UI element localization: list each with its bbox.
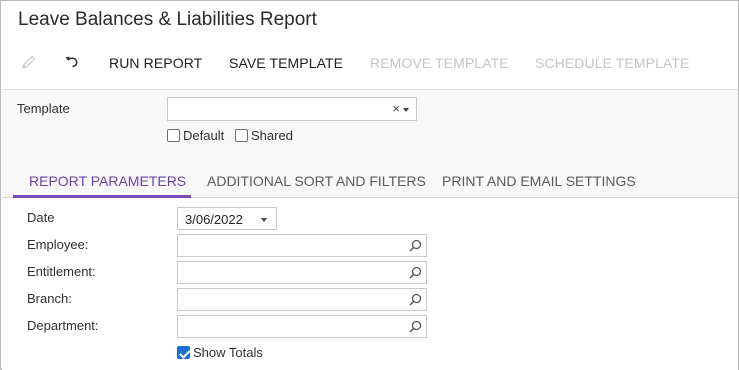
department-field[interactable] xyxy=(177,315,427,338)
form-area: Template × Default Shared REPORT PARAMET… xyxy=(2,89,738,370)
default-checkbox-label: Default xyxy=(183,128,225,143)
pencil-icon[interactable] xyxy=(20,53,38,71)
active-tab-indicator xyxy=(13,195,191,198)
page-title: Leave Balances & Liabilities Report xyxy=(18,9,317,30)
default-checkbox-box[interactable] xyxy=(167,129,180,142)
run-report-button[interactable]: RUN REPORT xyxy=(109,55,202,71)
show-totals-checkbox[interactable]: Show Totals xyxy=(177,345,263,360)
shared-checkbox[interactable]: Shared xyxy=(235,128,293,143)
report-parameters-panel xyxy=(2,199,738,370)
search-icon[interactable] xyxy=(409,293,422,306)
default-checkbox[interactable]: Default xyxy=(167,128,224,143)
date-value: 3/06/2022 xyxy=(185,212,243,227)
undo-icon[interactable] xyxy=(63,53,81,71)
clear-icon[interactable]: × xyxy=(392,101,400,116)
date-field[interactable]: 3/06/2022 xyxy=(177,207,277,230)
template-label: Template xyxy=(17,101,70,116)
branch-label: Branch: xyxy=(27,291,72,306)
remove-template-button[interactable]: REMOVE TEMPLATE xyxy=(370,55,509,71)
tab-bar: REPORT PARAMETERS ADDITIONAL SORT AND FI… xyxy=(2,164,738,198)
search-icon[interactable] xyxy=(409,320,422,333)
chevron-down-icon[interactable] xyxy=(403,108,409,112)
search-icon[interactable] xyxy=(409,239,422,252)
employee-field[interactable] xyxy=(177,234,427,257)
chevron-down-icon[interactable] xyxy=(261,218,267,222)
shared-checkbox-label: Shared xyxy=(251,128,293,143)
search-icon[interactable] xyxy=(409,266,422,279)
show-totals-checkbox-box[interactable] xyxy=(177,346,190,359)
show-totals-label: Show Totals xyxy=(193,345,263,360)
toolbar: RUN REPORT SAVE TEMPLATE REMOVE TEMPLATE… xyxy=(1,51,738,77)
report-window: Leave Balances & Liabilities Report RUN … xyxy=(0,0,739,370)
tab-print-and-email-settings[interactable]: PRINT AND EMAIL SETTINGS xyxy=(442,173,636,189)
date-label: Date xyxy=(27,210,55,225)
shared-checkbox-box[interactable] xyxy=(235,129,248,142)
department-label: Department: xyxy=(27,318,99,333)
tab-additional-sort-and-filters[interactable]: ADDITIONAL SORT AND FILTERS xyxy=(207,173,426,189)
schedule-template-button[interactable]: SCHEDULE TEMPLATE xyxy=(535,55,689,71)
branch-field[interactable] xyxy=(177,288,427,311)
employee-label: Employee: xyxy=(27,237,89,252)
entitlement-label: Entitlement: xyxy=(27,264,96,279)
tab-report-parameters[interactable]: REPORT PARAMETERS xyxy=(29,173,186,189)
template-select[interactable]: × xyxy=(167,97,417,121)
save-template-button[interactable]: SAVE TEMPLATE xyxy=(229,55,343,71)
entitlement-field[interactable] xyxy=(177,261,427,284)
